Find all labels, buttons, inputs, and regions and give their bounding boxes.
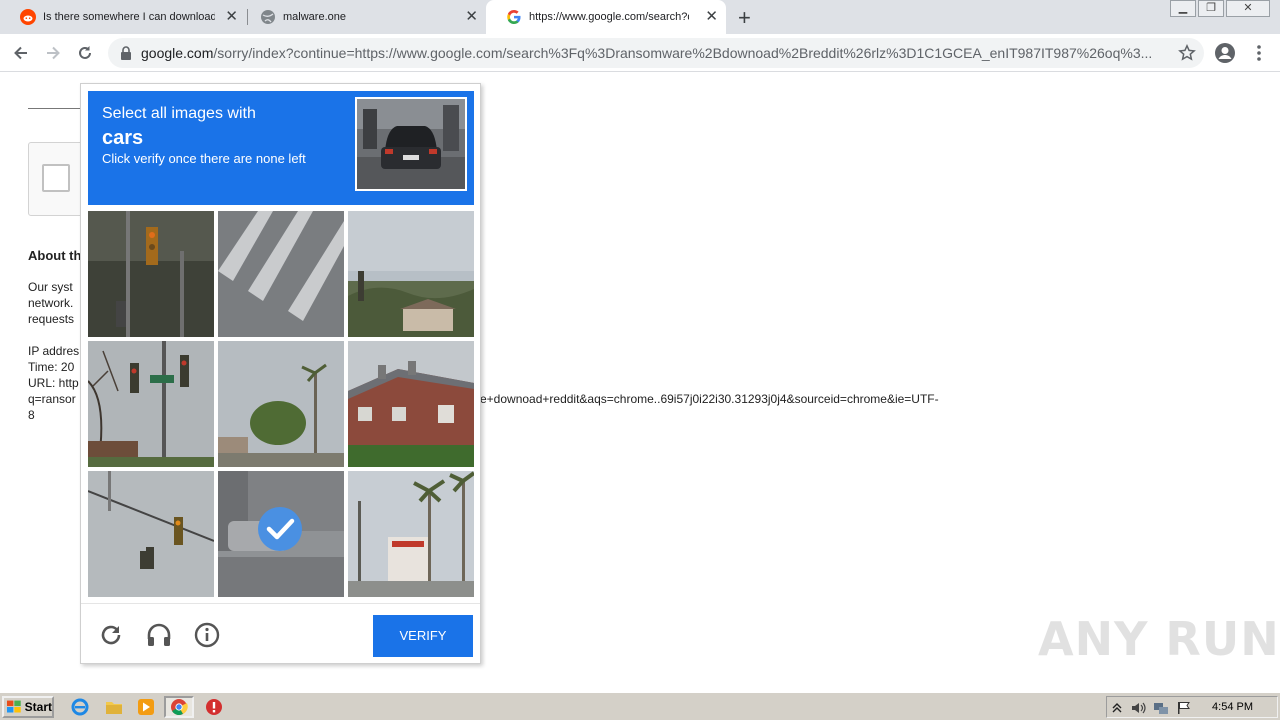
captcha-image-grid xyxy=(88,211,474,597)
tab-malware-one[interactable]: malware.one ✕ xyxy=(240,0,486,34)
tab-reddit[interactable]: Is there somewhere I can download ✕ xyxy=(0,0,246,34)
url-host: google.com xyxy=(141,45,214,61)
tab-strip: Is there somewhere I can download ✕ malw… xyxy=(0,0,1280,34)
recaptcha-widget xyxy=(28,142,88,216)
kebab-menu-icon xyxy=(1257,45,1261,61)
captcha-challenge: Select all images with cars Click verify… xyxy=(80,83,481,664)
captcha-tile[interactable] xyxy=(88,211,214,337)
restore-button[interactable]: ❐ xyxy=(1198,0,1224,17)
system-tray: 4:54 PM xyxy=(1106,696,1278,718)
arrow-left-icon xyxy=(14,46,27,60)
captcha-tile[interactable] xyxy=(218,471,344,597)
reload-button[interactable] xyxy=(72,40,98,66)
captcha-prompt: Select all images with xyxy=(102,105,256,122)
taskbar-chrome[interactable] xyxy=(164,696,194,718)
url-path: /sorry/index?continue=https://www.google… xyxy=(213,45,1153,61)
captcha-tile[interactable] xyxy=(348,341,474,467)
captcha-tile[interactable] xyxy=(348,471,474,597)
google-icon xyxy=(507,10,521,24)
chevron-up-icon[interactable] xyxy=(1112,702,1122,714)
url-line: URL: http xyxy=(28,376,79,390)
forward-button[interactable] xyxy=(40,40,66,66)
windows-taskbar: Start 4:54 PM xyxy=(0,692,1280,720)
taskbar-media-player[interactable] xyxy=(134,696,158,718)
window-controls: ▁ ❐ ✕ xyxy=(1168,0,1270,17)
minimize-button[interactable]: ▁ xyxy=(1170,0,1196,17)
profile-button[interactable] xyxy=(1212,40,1238,66)
about-line: Our syst xyxy=(28,280,73,294)
clock: 4:54 PM xyxy=(1212,701,1253,713)
close-window-button[interactable]: ✕ xyxy=(1226,0,1270,17)
tab-title: Is there somewhere I can download xyxy=(43,11,215,23)
ip-address-line: IP addres xyxy=(28,344,80,358)
new-tab-button[interactable]: + xyxy=(738,5,751,31)
captcha-header: Select all images with cars Click verify… xyxy=(88,91,474,205)
query-line-continued: e+downoad+reddit&aqs=chrome..69i57j0i22i… xyxy=(480,392,939,406)
query-line: q=ransor xyxy=(28,392,76,406)
captcha-tile[interactable] xyxy=(218,341,344,467)
anyrun-watermark: ANY RUN xyxy=(1038,612,1280,666)
taskbar-ie[interactable] xyxy=(68,696,92,718)
globe-icon xyxy=(261,10,275,24)
captcha-instruction: Click verify once there are none left xyxy=(102,151,306,166)
captcha-tile[interactable] xyxy=(88,341,214,467)
chrome-icon xyxy=(171,699,188,715)
about-line: requests xyxy=(28,312,75,326)
media-player-icon xyxy=(138,699,154,715)
url-text: google.com/sorry/index?continue=https://… xyxy=(141,45,1166,61)
address-bar[interactable]: google.com/sorry/index?continue=https://… xyxy=(108,38,1204,68)
close-tab-icon[interactable]: ✕ xyxy=(465,9,478,25)
lock-icon xyxy=(121,46,131,60)
windows-logo-icon xyxy=(7,700,21,713)
menu-button[interactable] xyxy=(1246,40,1272,66)
captcha-tile[interactable] xyxy=(88,471,214,597)
audio-headphones-icon[interactable] xyxy=(145,621,173,649)
tab-google-search[interactable]: https://www.google.com/search?q= ✕ xyxy=(486,0,726,34)
start-button[interactable]: Start xyxy=(2,696,54,718)
reddit-icon xyxy=(20,9,36,25)
network-icon[interactable] xyxy=(1153,701,1169,715)
divider xyxy=(28,108,88,109)
back-button[interactable] xyxy=(8,40,34,66)
captcha-target: cars xyxy=(102,127,144,149)
taskbar-stop-app[interactable] xyxy=(202,696,226,718)
about-line: network. xyxy=(28,296,74,310)
time-line: Time: 20 xyxy=(28,360,75,374)
recaptcha-checkbox[interactable] xyxy=(42,164,70,192)
captcha-tile[interactable] xyxy=(218,211,344,337)
refresh-icon xyxy=(79,46,91,59)
arrow-right-icon xyxy=(47,46,60,60)
taskbar-explorer[interactable] xyxy=(102,696,126,718)
start-label: Start xyxy=(24,700,52,714)
verify-button[interactable]: VERIFY xyxy=(373,615,473,657)
query-line-end: 8 xyxy=(28,408,35,422)
tab-title: https://www.google.com/search?q= xyxy=(529,11,689,23)
info-icon[interactable] xyxy=(193,621,221,649)
volume-icon[interactable] xyxy=(1131,701,1147,715)
stop-icon xyxy=(206,699,222,715)
about-heading: About th xyxy=(28,248,82,263)
account-icon xyxy=(1215,43,1235,63)
bookmark-star-icon[interactable] xyxy=(1178,44,1196,62)
explorer-folder-icon xyxy=(106,702,122,714)
captcha-footer: VERIFY xyxy=(81,603,480,664)
reload-icon[interactable] xyxy=(97,621,125,649)
close-tab-icon[interactable]: ✕ xyxy=(225,9,238,25)
tab-title: malware.one xyxy=(283,11,346,23)
sample-car-image xyxy=(355,97,467,191)
ie-icon xyxy=(71,698,89,716)
browser-toolbar: google.com/sorry/index?continue=https://… xyxy=(0,34,1280,72)
close-tab-icon[interactable]: ✕ xyxy=(705,9,718,25)
flag-icon[interactable] xyxy=(1177,701,1191,715)
captcha-tile[interactable] xyxy=(348,211,474,337)
